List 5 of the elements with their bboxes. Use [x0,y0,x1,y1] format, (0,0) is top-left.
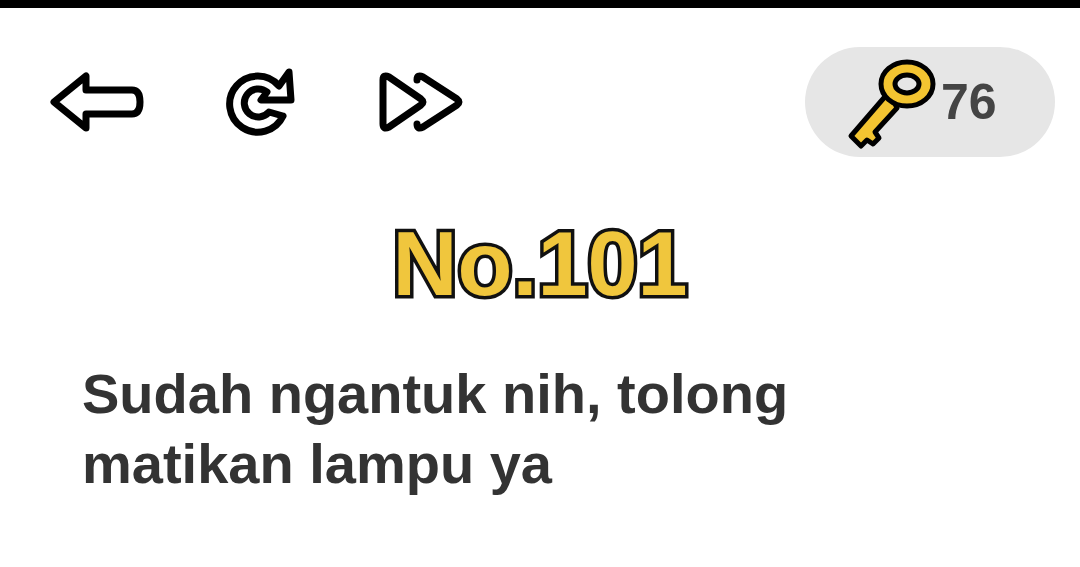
question-text: Sudah ngantuk nih, tolong matikan lampu ya [82,361,790,497]
key-count: 76 [941,72,997,132]
level-title: No.101 [392,219,688,309]
back-arrow-icon [48,70,144,134]
key-counter[interactable]: 76 [805,47,1055,157]
